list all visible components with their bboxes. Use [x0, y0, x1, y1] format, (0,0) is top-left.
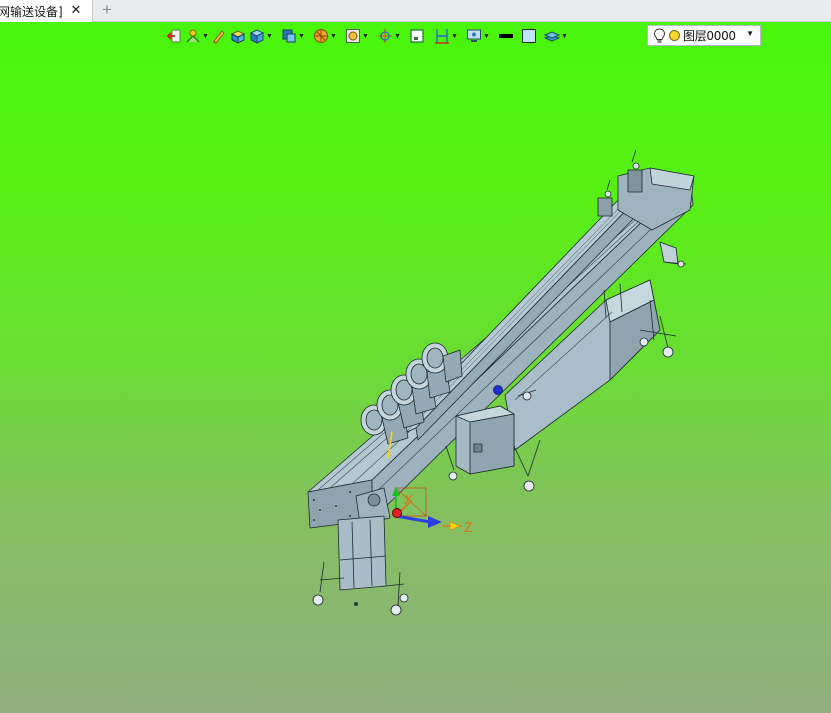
plane-button[interactable]: ▼ [434, 26, 458, 46]
layer-name: 图层0000 [683, 29, 736, 43]
view-toolbar: ▼ ▼ ▼ ▼ ▼ ▼ ▼ ▼ ▼ [166, 25, 570, 47]
view-orientation-button[interactable]: ▼ [281, 26, 305, 46]
view-orientation-icon [282, 29, 296, 43]
display-settings-icon [467, 29, 481, 42]
line-color-button[interactable] [498, 26, 514, 46]
section-view-button[interactable]: ▼ [313, 26, 337, 46]
document-tab-title: 网输送设备] [0, 4, 63, 19]
x-axis-label: X [404, 491, 414, 507]
exit-icon [166, 29, 181, 43]
render-mode-icon [249, 29, 265, 44]
3d-viewport[interactable]: X Z ▼ ▼ ▼ ▼ ▼ ▼ ▼ ▼ ▼ 图层0000 ▼ [0, 22, 831, 713]
fill-color-icon [522, 29, 536, 43]
target-filter-icon [378, 29, 392, 43]
exit-button[interactable] [166, 26, 182, 46]
layer-dot-icon [669, 30, 680, 41]
document-tab[interactable]: 网输送设备] ✕ [0, 0, 93, 22]
frame-icon [410, 29, 424, 43]
layer-stack-button[interactable]: ▼ [544, 26, 568, 46]
render-mode-button[interactable]: ▼ [249, 26, 273, 46]
plane-icon [435, 29, 449, 44]
model-scene[interactable]: X Z [0, 22, 831, 713]
layer-stack-icon [544, 31, 560, 42]
frame-button[interactable] [409, 26, 425, 46]
box-shaded-button[interactable] [230, 26, 246, 46]
z-axis-label: Z [464, 519, 473, 535]
close-icon[interactable]: ✕ [69, 2, 83, 17]
display-settings-button[interactable]: ▼ [466, 26, 490, 46]
point-snap-icon [186, 29, 200, 43]
section-view-icon [314, 29, 328, 43]
target-filter-button[interactable]: ▼ [377, 26, 401, 46]
box-shaded-icon [230, 30, 246, 44]
point-snap-button[interactable]: ▼ [185, 26, 209, 46]
line-color-icon [499, 34, 513, 38]
zoom-view-button[interactable]: ▼ [345, 26, 369, 46]
fill-color-button[interactable] [521, 26, 537, 46]
marker-sphere [493, 385, 503, 395]
document-tab-bar: 网输送设备] ✕ + [0, 0, 831, 22]
chevron-down-icon[interactable]: ▼ [746, 29, 754, 38]
main-beam-front [371, 175, 694, 521]
zoom-view-icon [346, 29, 360, 43]
pencil-button[interactable] [211, 26, 227, 46]
plus-icon[interactable]: + [98, 0, 116, 19]
light-bulb-icon[interactable] [653, 27, 666, 44]
pencil-icon [213, 30, 225, 44]
near-stand [337, 515, 387, 591]
layer-selector[interactable]: 图层0000 ▼ [647, 25, 761, 46]
coordinate-triad: X Z [392, 486, 473, 535]
